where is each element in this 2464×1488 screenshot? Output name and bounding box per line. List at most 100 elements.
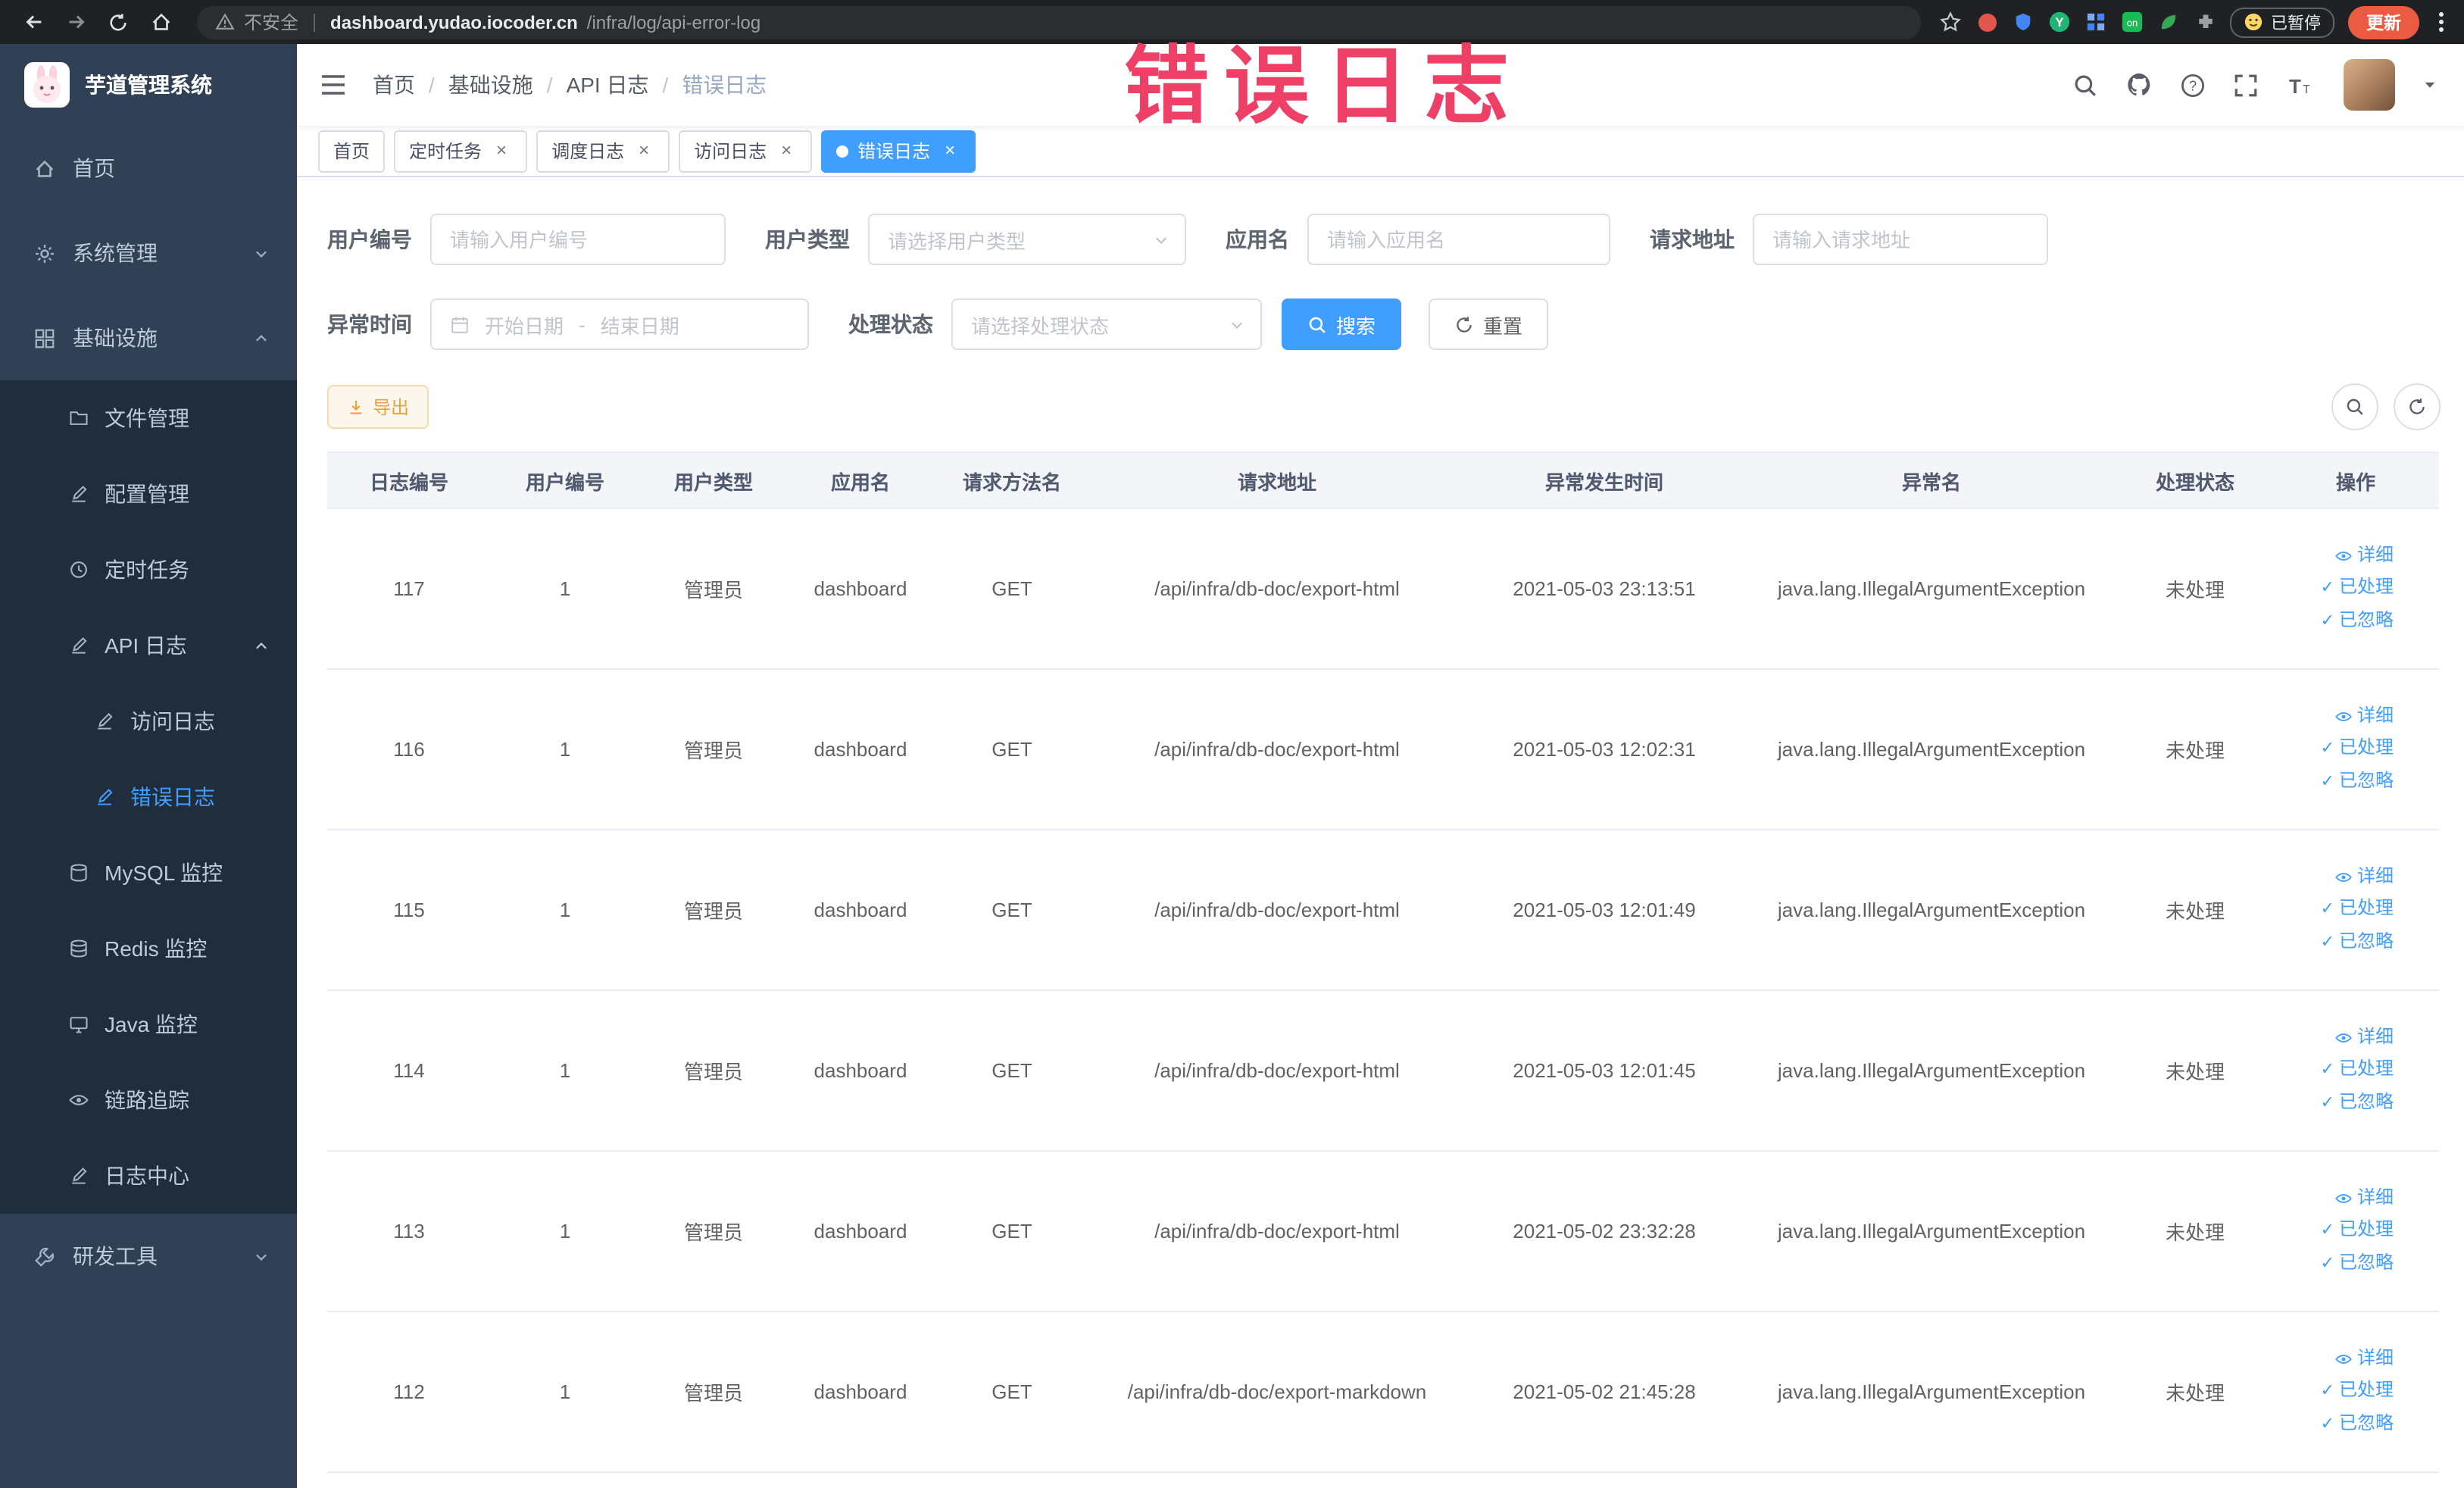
breadcrumb-api-logs[interactable]: API 日志 xyxy=(567,70,649,100)
tab-access-log[interactable]: 访问日志 × xyxy=(679,130,813,172)
refresh-table-button[interactable] xyxy=(2394,383,2441,430)
detail-link[interactable]: 详细 xyxy=(2278,1021,2394,1053)
user-avatar[interactable] xyxy=(2344,59,2395,111)
extension-icon-puzzle[interactable] xyxy=(2194,11,2216,33)
close-icon[interactable]: × xyxy=(939,139,960,161)
detail-link[interactable]: 详细 xyxy=(2278,539,2394,571)
cell-method: GET xyxy=(933,508,1091,670)
browser-update-button[interactable]: 更新 xyxy=(2348,5,2419,39)
app-name-input[interactable] xyxy=(1307,214,1610,265)
process-status-select[interactable]: 请选择处理状态 xyxy=(951,299,1262,350)
sidebar-item-label: 错误日志 xyxy=(130,785,215,809)
arrow-right-icon xyxy=(68,15,84,29)
breadcrumb-home[interactable]: 首页 xyxy=(373,70,415,100)
cell-user-id: 1 xyxy=(491,508,639,670)
detail-link[interactable]: 详细 xyxy=(2278,861,2394,892)
sidebar-item-label: 访问日志 xyxy=(130,709,215,733)
mark-processed-link[interactable]: ✓ 已处理 xyxy=(2278,732,2394,765)
search-icon[interactable] xyxy=(2072,72,2098,98)
mark-processed-link[interactable]: ✓ 已处理 xyxy=(2278,571,2394,605)
sidebar-item-redis-monitor[interactable]: Redis 监控 xyxy=(0,911,297,986)
hamburger-icon[interactable] xyxy=(318,70,348,100)
sidebar-item-home[interactable]: 首页 xyxy=(0,126,297,211)
detail-link[interactable]: 详细 xyxy=(2278,1343,2394,1374)
sidebar-item-scheduled-tasks[interactable]: 定时任务 xyxy=(0,532,297,608)
tab-scheduled-tasks[interactable]: 定时任务 × xyxy=(394,130,528,172)
sidebar-item-error-log[interactable]: 错误日志 xyxy=(0,759,297,835)
browser-home-button[interactable] xyxy=(142,4,179,40)
extension-icon-grid[interactable] xyxy=(2085,11,2107,33)
caret-down-icon[interactable] xyxy=(2422,77,2437,92)
cell-user-id: 1 xyxy=(491,1311,639,1473)
sidebar-item-mysql-monitor[interactable]: MySQL 监控 xyxy=(0,835,297,911)
cell-method: GET xyxy=(933,1311,1091,1473)
reset-button[interactable]: 重置 xyxy=(1429,299,1549,350)
svg-text:T: T xyxy=(2289,74,2301,97)
breadcrumb-infrastructure[interactable]: 基础设施 xyxy=(448,70,533,100)
sidebar-item-java-monitor[interactable]: Java 监控 xyxy=(0,986,297,1062)
browser-back-button[interactable] xyxy=(15,4,52,40)
browser-toolbar-right: Y on 已暂停 更新 xyxy=(1939,5,2450,39)
sidebar-item-log-center[interactable]: 日志中心 xyxy=(0,1138,297,1214)
mark-ignored-link[interactable]: ✓ 已忽略 xyxy=(2278,765,2394,799)
search-button[interactable]: 搜索 xyxy=(1282,299,1402,350)
sidebar-item-system-management[interactable]: 系统管理 xyxy=(0,211,297,295)
trace-eye-icon xyxy=(69,1095,89,1105)
breadcrumb-separator: / xyxy=(429,73,435,97)
tab-dispatch-log[interactable]: 调度日志 × xyxy=(536,130,670,172)
mark-ignored-link[interactable]: ✓ 已忽略 xyxy=(2278,926,2394,959)
sidebar-item-access-log[interactable]: 访问日志 xyxy=(0,683,297,759)
close-icon[interactable]: × xyxy=(776,139,797,161)
app-logo[interactable]: 芋道管理系统 xyxy=(0,44,297,126)
sidebar-item-trace[interactable]: 链路追踪 xyxy=(0,1062,297,1138)
help-icon[interactable]: ? xyxy=(2180,72,2206,98)
ignored-label: 已忽略 xyxy=(2338,1252,2394,1273)
user-id-input[interactable] xyxy=(430,214,726,265)
browser-forward-button[interactable] xyxy=(58,4,94,40)
tab-error-log[interactable]: 错误日志 × xyxy=(821,130,976,172)
browser-reload-button[interactable] xyxy=(100,4,136,40)
sidebar-item-infrastructure[interactable]: 基础设施 xyxy=(0,295,297,380)
paused-extension-badge[interactable]: 已暂停 xyxy=(2230,7,2334,37)
mark-processed-link[interactable]: ✓ 已处理 xyxy=(2278,1214,2394,1247)
extension-icon-green-y[interactable]: Y xyxy=(2048,11,2071,33)
bookmark-star-icon[interactable] xyxy=(1939,11,1962,33)
infrastructure-icon xyxy=(35,328,55,348)
tab-home[interactable]: 首页 xyxy=(318,130,386,172)
mark-ignored-link[interactable]: ✓ 已忽略 xyxy=(2278,605,2394,638)
check-icon: ✓ xyxy=(2320,1255,2334,1273)
user-type-select[interactable]: 请选择用户类型 xyxy=(868,214,1186,265)
toggle-search-button[interactable] xyxy=(2331,383,2378,430)
exception-time-range-picker[interactable]: 开始日期 - 结束日期 xyxy=(430,299,809,350)
extension-icon-red[interactable] xyxy=(1975,11,1998,33)
browser-menu-icon[interactable] xyxy=(2433,12,2450,32)
mark-ignored-link[interactable]: ✓ 已忽略 xyxy=(2278,1408,2394,1441)
close-icon[interactable]: × xyxy=(633,139,654,161)
check-icon: ✓ xyxy=(2320,773,2334,791)
sidebar-item-api-logs[interactable]: API 日志 xyxy=(0,608,297,683)
close-icon[interactable]: × xyxy=(491,139,512,161)
tab-label: 调度日志 xyxy=(551,141,625,162)
mark-processed-link[interactable]: ✓ 已处理 xyxy=(2278,1374,2394,1408)
request-url-input[interactable] xyxy=(1753,214,2048,265)
sidebar-item-file-management[interactable]: 文件管理 xyxy=(0,380,297,456)
extension-icon-leaf[interactable] xyxy=(2157,11,2180,33)
detail-link[interactable]: 详细 xyxy=(2278,1182,2394,1214)
export-button[interactable]: 导出 xyxy=(327,385,429,429)
extension-icon-blue[interactable] xyxy=(2012,11,2035,33)
sidebar-item-config-management[interactable]: 配置管理 xyxy=(0,456,297,532)
request-url-label: 请求地址 xyxy=(1650,227,1735,252)
address-bar[interactable]: 不安全 dashboard.yudao.iocoder.cn/infra/log… xyxy=(197,5,1921,39)
mark-ignored-link[interactable]: ✓ 已忽略 xyxy=(2278,1247,2394,1280)
detail-label: 详细 xyxy=(2356,1186,2394,1208)
sidebar-item-devtools[interactable]: 研发工具 xyxy=(0,1214,297,1299)
detail-link[interactable]: 详细 xyxy=(2278,700,2394,732)
fullscreen-icon[interactable] xyxy=(2233,72,2259,98)
mark-processed-link[interactable]: ✓ 已处理 xyxy=(2278,892,2394,926)
github-icon[interactable] xyxy=(2125,71,2153,98)
mark-processed-link[interactable]: ✓ 已处理 xyxy=(2278,1053,2394,1086)
check-icon: ✓ xyxy=(2320,1382,2334,1400)
extension-icon-on-badge[interactable]: on xyxy=(2121,11,2144,33)
mark-ignored-link[interactable]: ✓ 已忽略 xyxy=(2278,1086,2394,1120)
font-size-icon[interactable]: TT xyxy=(2286,72,2316,98)
